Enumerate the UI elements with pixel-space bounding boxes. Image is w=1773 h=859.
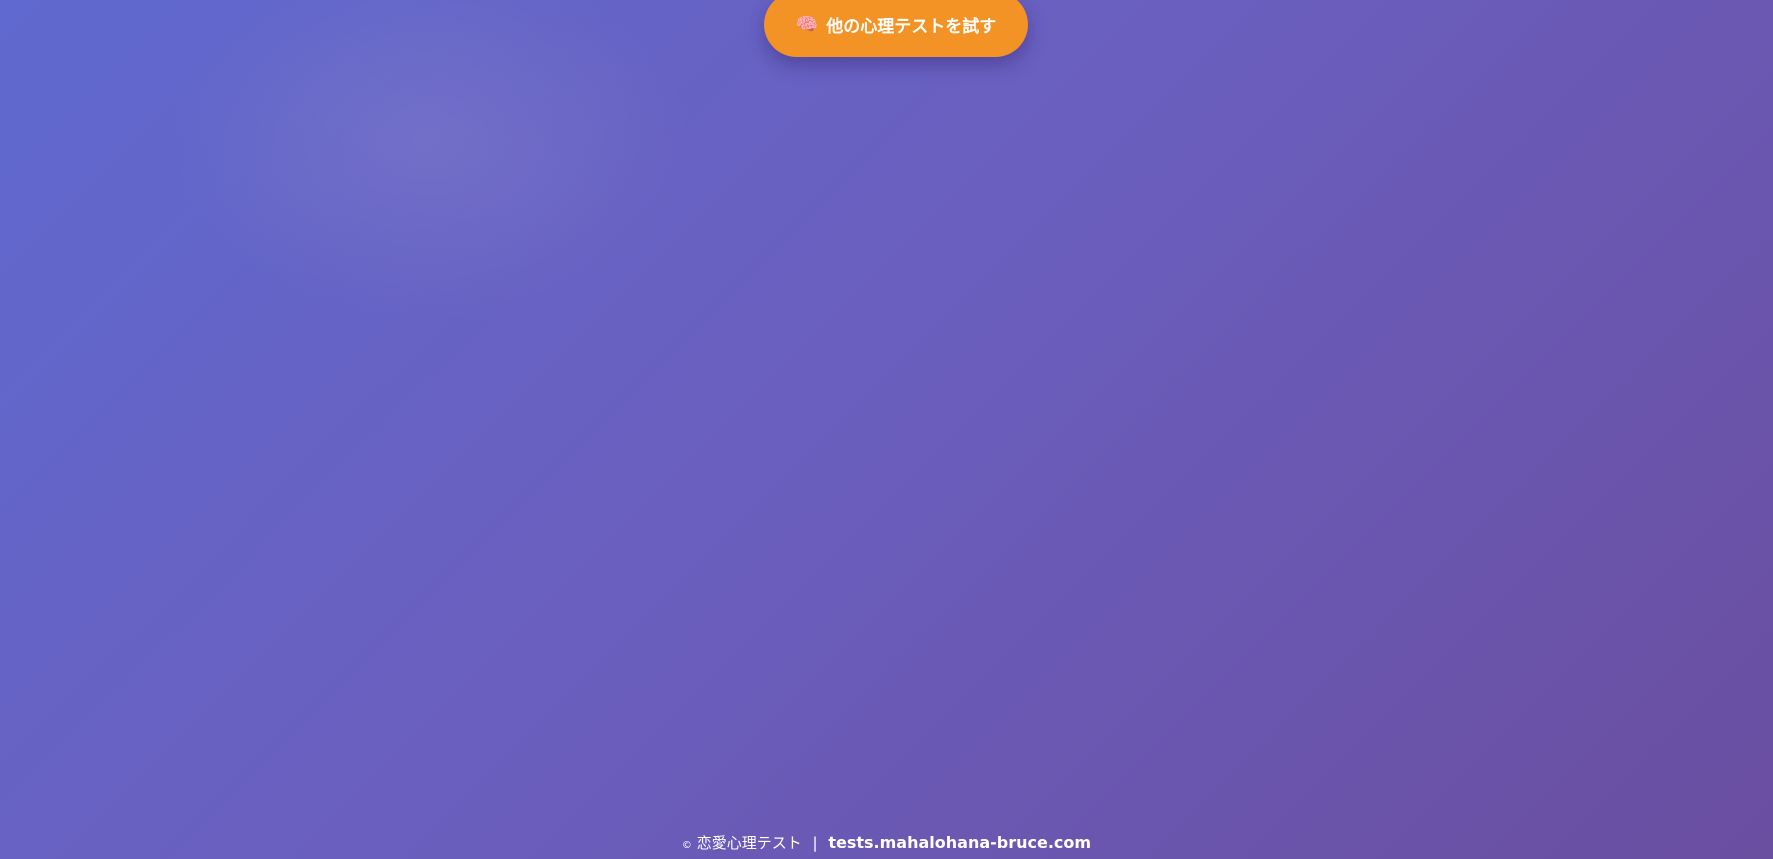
brain-icon: 🧠 [795,13,819,35]
copyright-symbol: © [681,840,692,851]
footer-separator: | [812,834,818,852]
footer: © 恋愛心理テスト | tests.mahalohana-bruce.com [0,832,1773,853]
background-glow [170,0,690,320]
footer-site-name: 恋愛心理テスト [696,834,802,852]
try-other-tests-label: 他の心理テストを試す [826,17,997,37]
try-other-tests-button[interactable]: 🧠 他の心理テストを試す [764,0,1028,57]
footer-domain: tests.mahalohana-bruce.com [828,833,1092,852]
